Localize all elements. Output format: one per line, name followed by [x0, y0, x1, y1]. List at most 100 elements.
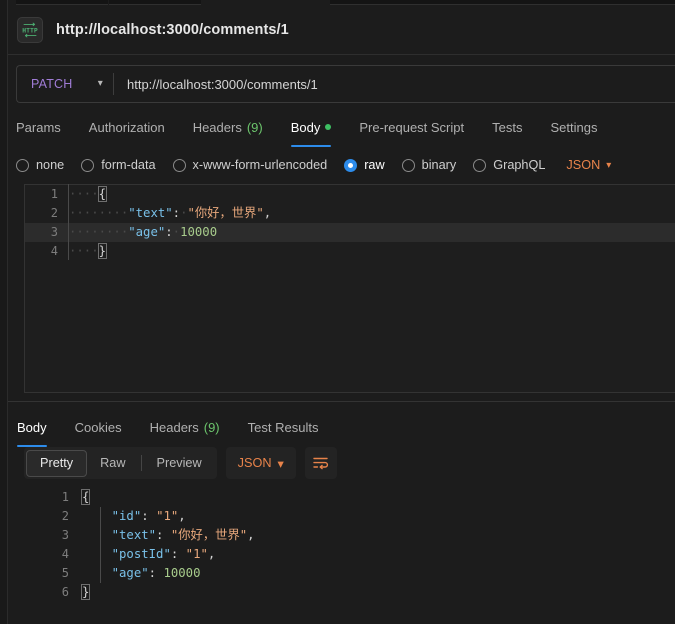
divider: [140, 455, 142, 471]
tab-pre-request-script[interactable]: Pre-request Script: [359, 111, 478, 143]
json-string-value: "1": [156, 509, 179, 523]
tab-count: (9): [203, 419, 220, 435]
line-number: 3: [50, 225, 58, 239]
chevron-down-icon: ▾: [606, 159, 612, 171]
radio-icon: [16, 158, 29, 172]
json-number-value: 10000: [163, 566, 201, 580]
code-line: 4 "postId": "1",: [24, 545, 675, 564]
line-number: 2: [50, 206, 58, 220]
code-line: 2 "id": "1",: [24, 507, 675, 526]
code-text: ····}: [69, 243, 108, 259]
tab-label: Headers: [149, 419, 199, 435]
tab-label: Pre-request Script: [359, 119, 465, 135]
radio-label: GraphQL: [493, 158, 546, 172]
response-tab-body[interactable]: Body: [17, 411, 61, 447]
tab-headers[interactable]: Headers (9): [193, 111, 277, 143]
word-wrap-icon[interactable]: [304, 447, 337, 479]
request-header: HTTP http://localhost:3000/comments/1: [8, 5, 675, 55]
left-rail: [0, 0, 8, 624]
request-format-selector[interactable]: JSON ▾: [566, 158, 611, 172]
body-type-radio-group: none form-data x-www-form-urlencoded raw…: [16, 151, 675, 179]
code-line: 3 "text": "你好，世界",: [24, 526, 675, 545]
line-number: 1: [61, 490, 69, 504]
response-tab-headers[interactable]: Headers (9): [150, 411, 234, 443]
json-string-value: "你好，世界": [170, 528, 248, 542]
tab-label: Body: [17, 419, 47, 435]
radio-icon: [172, 158, 186, 172]
radio-x-www-form-urlencoded[interactable]: x-www-form-urlencoded: [172, 158, 328, 172]
response-body-viewer[interactable]: 1 { 2 "id": "1", 3 "text": "你好，世界", 4 "p…: [24, 488, 675, 624]
tab-authorization[interactable]: Authorization: [89, 111, 179, 143]
tab-label: Headers: [192, 119, 242, 135]
radio-icon-selected: [344, 158, 358, 172]
json-colon: :: [170, 547, 179, 561]
radio-raw[interactable]: raw: [344, 158, 385, 172]
code-text: "id": "1",: [82, 507, 186, 526]
tab-label: Body: [290, 119, 321, 135]
view-mode-pretty[interactable]: Pretty: [26, 449, 88, 477]
view-mode-preview[interactable]: Preview: [144, 450, 215, 477]
tab-tests[interactable]: Tests: [492, 111, 536, 143]
method-label: PATCH: [31, 77, 73, 91]
tab-label: Cookies: [74, 419, 122, 435]
request-panel: PATCH ▾ http://localhost:3000/comments/1…: [8, 56, 675, 401]
json-string-value: "你好，世界": [187, 206, 264, 220]
tab-settings[interactable]: Settings: [550, 111, 611, 143]
code-line: 2 ········"text":·"你好，世界",: [25, 204, 675, 223]
svg-text:HTTP: HTTP: [22, 26, 38, 34]
radio-graphql[interactable]: GraphQL: [473, 158, 545, 172]
code-line: 5 "age": 10000: [24, 564, 675, 583]
tab-label: Tests: [492, 119, 523, 135]
code-text: ········"text":·"你好，世界",: [69, 206, 272, 220]
radio-none[interactable]: none: [16, 158, 64, 172]
json-key: "age": [111, 566, 149, 580]
json-comma: ,: [207, 547, 216, 561]
indent-guide: [100, 507, 101, 583]
format-label: JSON: [566, 158, 601, 172]
json-colon: :: [172, 206, 181, 220]
code-line: 1 {: [24, 488, 675, 507]
code-brace: {: [80, 489, 91, 505]
code-brace: }: [97, 243, 108, 259]
chevron-down-icon: ▾: [97, 78, 103, 89]
url-bar: PATCH ▾ http://localhost:3000/comments/1: [16, 65, 675, 103]
radio-label: raw: [364, 158, 385, 172]
radio-icon: [401, 158, 415, 172]
json-comma: ,: [247, 528, 255, 542]
radio-form-data[interactable]: form-data: [81, 158, 156, 172]
json-key: "text": [111, 528, 157, 542]
tab-params[interactable]: Params: [16, 111, 75, 143]
radio-label: none: [36, 158, 65, 172]
json-comma: ,: [263, 206, 272, 220]
tab-label: Params: [16, 119, 61, 135]
line-number: 4: [61, 547, 69, 561]
chevron-down-icon: ▾: [277, 456, 284, 471]
radio-binary[interactable]: binary: [401, 158, 456, 172]
line-number: 6: [61, 585, 69, 599]
response-format-selector[interactable]: JSON ▾: [225, 447, 296, 479]
view-mode-raw[interactable]: Raw: [87, 450, 138, 477]
json-colon: :: [148, 566, 157, 580]
line-number: 3: [61, 528, 69, 542]
line-number: 5: [61, 566, 69, 580]
radio-icon: [81, 158, 95, 172]
indent-guide: [68, 184, 69, 260]
code-text: ········"age":·10000: [69, 225, 218, 239]
url-input[interactable]: http://localhost:3000/comments/1: [114, 77, 675, 92]
response-panel: Body Cookies Headers (9) Test Results Pr…: [8, 402, 675, 624]
modified-dot-icon: [325, 124, 332, 130]
code-line-active: 3 ········"age":·10000: [25, 223, 675, 242]
method-selector[interactable]: PATCH ▾: [17, 66, 113, 102]
radio-label: x-www-form-urlencoded: [192, 158, 328, 172]
view-mode-group: Pretty Raw Preview: [24, 447, 217, 479]
tab-label: Authorization: [88, 119, 165, 135]
response-tab-cookies[interactable]: Cookies: [75, 411, 136, 443]
code-brace: }: [80, 584, 91, 600]
tab-body[interactable]: Body: [290, 111, 346, 147]
line-number: 1: [50, 187, 58, 201]
request-tabs: Params Authorization Headers (9) Body Pr…: [16, 111, 675, 147]
response-tab-test-results[interactable]: Test Results: [248, 411, 333, 443]
json-colon: :: [156, 528, 164, 542]
request-body-editor[interactable]: 1 ····{ 2 ········"text":·"你好，世界", 3 ···…: [24, 184, 675, 393]
json-string-value: "1": [185, 547, 208, 561]
